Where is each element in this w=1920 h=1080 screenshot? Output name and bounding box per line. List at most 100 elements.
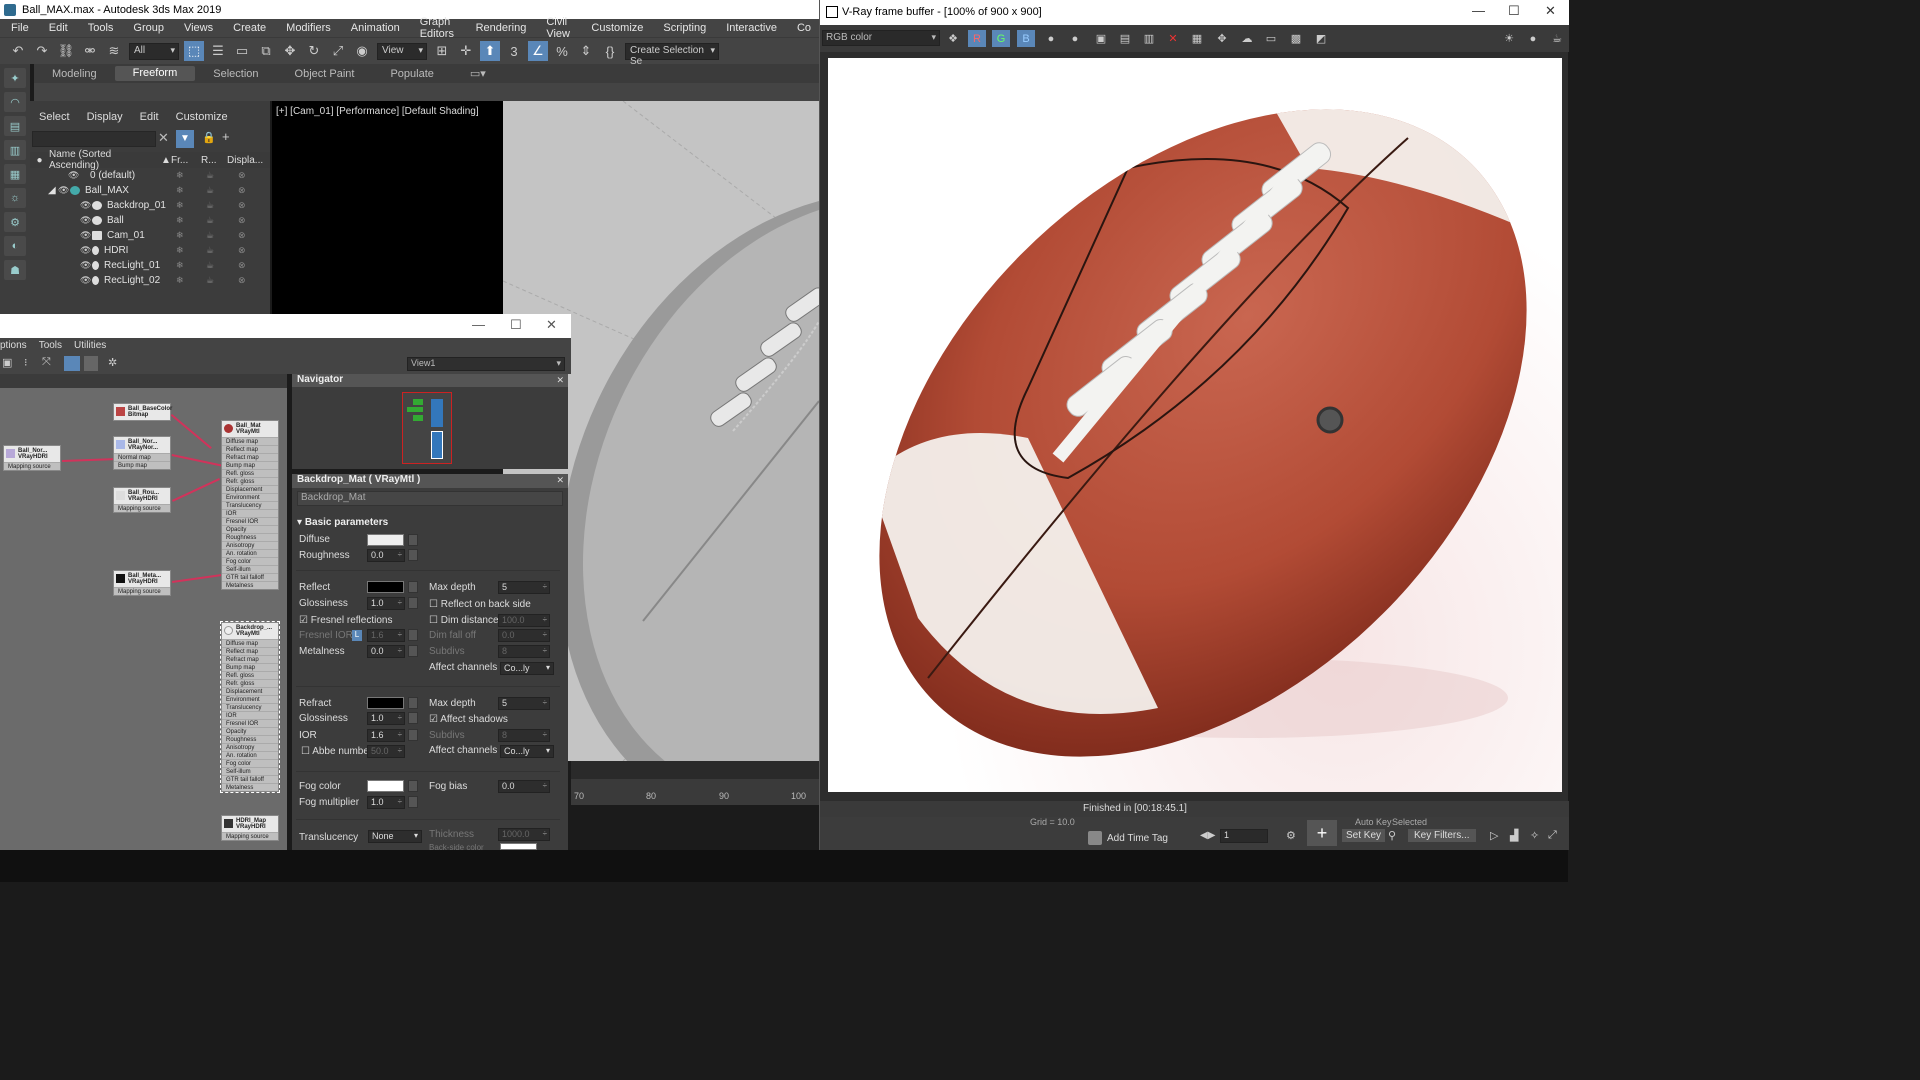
teapot-icon[interactable]: ☕	[206, 275, 214, 286]
ribbon-options-icon[interactable]: ▭▾	[452, 67, 504, 80]
show-map-icon[interactable]: ✲	[108, 356, 117, 369]
key-filters-button[interactable]: Key Filters...	[1408, 829, 1476, 842]
subdivs-spinner[interactable]: 8	[498, 645, 550, 658]
column-display[interactable]: Displa...	[227, 155, 263, 166]
scene-menu-customize[interactable]: Customize	[176, 111, 228, 123]
fresnel-ior-lock-button[interactable]: L	[352, 630, 362, 641]
fog-color-swatch[interactable]	[367, 780, 404, 792]
close-icon[interactable]: ✕	[556, 475, 564, 486]
layer-tool-icon[interactable]: ◐	[4, 236, 26, 256]
material-slot[interactable]: IOR	[222, 509, 278, 517]
material-slot[interactable]: Self-illum	[222, 565, 278, 573]
eye-icon[interactable]: 👁	[68, 170, 80, 181]
metalness-spinner[interactable]: 0.0	[367, 645, 405, 658]
material-slot[interactable]: Refl. gloss	[222, 469, 278, 477]
utilities-icon[interactable]: ☼	[4, 188, 26, 208]
material-slot[interactable]: Displacement	[222, 485, 278, 493]
affect-channels-dropdown[interactable]: Co...ly	[500, 662, 554, 675]
material-slot[interactable]: Fog color	[222, 759, 278, 767]
display-icon[interactable]: ⊗	[238, 215, 246, 226]
slate-menu-utilities[interactable]: Utilities	[74, 340, 106, 351]
node-normal-hdri[interactable]: Ball_Nor... VRayHDRI Mapping source	[3, 445, 61, 471]
named-selection-dropdown[interactable]: Create Selection Se	[625, 42, 719, 67]
scene-row[interactable]: 👁 RecLight_02 ❄ ☕ ⊗	[48, 273, 268, 288]
reflect-map-button[interactable]	[408, 581, 418, 593]
minimize-icon[interactable]: —	[472, 317, 485, 332]
refract-map-button[interactable]	[408, 697, 418, 709]
slate-menu-options[interactable]: ptions	[0, 340, 27, 351]
material-slot[interactable]: Bump map	[222, 461, 278, 469]
selected-dropdown[interactable]: Selected	[1392, 817, 1427, 827]
material-slot[interactable]: Fog color	[222, 557, 278, 565]
orbit-icon[interactable]: ✧	[1530, 829, 1539, 842]
glossiness-spinner[interactable]: 1.0	[367, 597, 405, 610]
reflect-back-side-checkbox[interactable]: ☐ Reflect on back side	[429, 599, 531, 610]
rect-selection-icon[interactable]: ▭	[232, 41, 252, 61]
material-slot[interactable]: An. rotation	[222, 549, 278, 557]
menu-content[interactable]: Co	[786, 22, 820, 34]
freeze-icon[interactable]: ❄	[176, 230, 184, 241]
window-crossing-icon[interactable]: ⧉	[256, 41, 276, 61]
eye-icon[interactable]: 👁	[80, 260, 92, 271]
material-slot[interactable]: Environment	[222, 695, 278, 703]
save-image-icon[interactable]: ▣	[1092, 30, 1110, 47]
fog-color-map-button[interactable]	[408, 780, 418, 792]
rotate-icon[interactable]: ↻	[304, 41, 324, 61]
scene-row[interactable]: 👁 RecLight_01 ❄ ☕ ⊗	[48, 258, 268, 273]
dim-distance-spinner[interactable]: 100.0	[498, 614, 550, 627]
key-mode-icon[interactable]: ⚲	[1388, 829, 1396, 842]
menu-tools[interactable]: Tools	[77, 22, 123, 34]
metalness-map-button[interactable]	[408, 645, 418, 657]
render-last-icon[interactable]: ☁	[1238, 30, 1256, 47]
scene-menu-select[interactable]: Select	[39, 111, 70, 123]
material-slot[interactable]: Diffuse map	[222, 437, 278, 445]
close-icon[interactable]: ✕	[556, 375, 564, 386]
material-slot[interactable]: Refr. gloss	[222, 679, 278, 687]
current-frame-spinner[interactable]: 1	[1220, 829, 1268, 843]
teapot-icon[interactable]: ☕	[206, 260, 214, 271]
channel-dropdown[interactable]: RGB color	[822, 30, 940, 46]
menu-animation[interactable]: Animation	[340, 22, 409, 34]
roughness-map-button[interactable]	[408, 549, 418, 561]
alpha-channel-icon[interactable]: ●	[1042, 30, 1060, 47]
percent-snap-icon[interactable]: %	[552, 41, 572, 61]
material-slot[interactable]: Fresnel IOR	[222, 719, 278, 727]
material-slot[interactable]: Reflect map	[222, 647, 278, 655]
material-slot[interactable]: An. rotation	[222, 751, 278, 759]
fog-mult-map-button[interactable]	[408, 796, 418, 808]
menu-edit[interactable]: Edit	[38, 22, 77, 34]
ribbon-tab-object-paint[interactable]: Object Paint	[277, 68, 373, 80]
add-layer-icon[interactable]: +	[222, 129, 230, 144]
menu-customize[interactable]: Customize	[580, 22, 652, 34]
snaps-toggle-icon[interactable]: 3	[504, 41, 524, 61]
freeze-icon[interactable]: ❄	[176, 185, 184, 196]
back-side-color-swatch[interactable]	[500, 843, 537, 850]
expand-arrow-icon[interactable]: ◢	[48, 185, 58, 196]
fog-multiplier-spinner[interactable]: 1.0	[367, 796, 405, 809]
slate-view-dropdown[interactable]: View1 ▾	[407, 357, 565, 371]
scene-search-input[interactable]	[32, 131, 156, 147]
edit-named-selection-icon[interactable]: {}	[600, 41, 620, 61]
abbe-spinner[interactable]: 50.0	[367, 745, 405, 758]
motion-icon[interactable]: ▥	[4, 140, 26, 160]
selection-filter-dropdown[interactable]: All	[129, 42, 179, 60]
material-slot[interactable]: Reflect map	[222, 445, 278, 453]
maximize-viewport-icon[interactable]: ⤢	[1548, 829, 1557, 842]
move-children-icon[interactable]: ⤧	[42, 356, 51, 369]
create-panel-icon[interactable]: ✦	[4, 68, 26, 88]
navigator-view-rect[interactable]	[402, 392, 452, 464]
eye-icon[interactable]: 👁	[80, 230, 92, 241]
column-renderable[interactable]: R...	[201, 155, 227, 166]
add-time-tag-button[interactable]: Add Time Tag	[1107, 833, 1168, 844]
column-frozen[interactable]: Fr...	[171, 155, 201, 166]
display-icon[interactable]: ▦	[4, 164, 26, 184]
node-basecolor[interactable]: Ball_BaseColor Bitmap	[113, 403, 172, 421]
max-depth-spinner[interactable]: 5	[498, 581, 550, 594]
material-slot[interactable]: IOR	[222, 711, 278, 719]
play-icon[interactable]: ▷	[1490, 829, 1498, 842]
lens-effects-icon[interactable]: ▭	[1262, 30, 1280, 47]
rollout-basic-parameters[interactable]: ▾ Basic parameters	[297, 517, 388, 528]
auto-key-label[interactable]: Auto Key	[1355, 817, 1392, 827]
stop-render-icon[interactable]: ●	[1524, 30, 1542, 47]
pivot-center-icon[interactable]: ⊞	[432, 41, 452, 61]
